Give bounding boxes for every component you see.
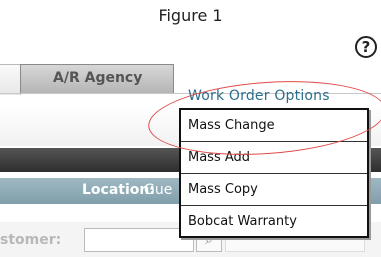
tab-ar-agency-label: A/R Agency bbox=[53, 70, 143, 86]
customer-label: stomer: bbox=[0, 232, 62, 248]
tab-left[interactable] bbox=[0, 64, 21, 95]
customer-input[interactable] bbox=[84, 228, 194, 252]
tab-ar-agency[interactable]: A/R Agency bbox=[20, 64, 174, 94]
figure-caption: Figure 1 bbox=[158, 6, 223, 25]
help-icon[interactable]: ? bbox=[355, 36, 377, 58]
menu-item-mass-copy[interactable]: Mass Copy bbox=[181, 174, 367, 206]
location-value: Gue bbox=[144, 182, 173, 198]
menu-item-bobcat-warranty[interactable]: Bobcat Warranty bbox=[181, 206, 367, 238]
